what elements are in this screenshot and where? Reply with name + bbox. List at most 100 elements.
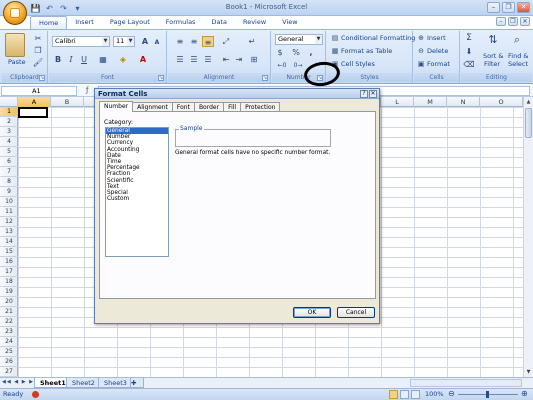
font-name-dropdown[interactable]: Calibri ▼ bbox=[52, 36, 110, 47]
percent-button[interactable]: % bbox=[290, 47, 302, 58]
row-header[interactable]: 7 bbox=[0, 167, 18, 177]
scroll-down-icon[interactable]: ▼ bbox=[525, 368, 532, 376]
close-button[interactable]: ✕ bbox=[517, 2, 530, 13]
page-layout-view-icon[interactable] bbox=[400, 390, 409, 399]
dialog-close-button[interactable]: ✕ bbox=[369, 90, 377, 98]
name-box[interactable]: A1 bbox=[1, 86, 77, 96]
row-header[interactable]: 26 bbox=[0, 357, 18, 367]
vertical-scrollbar[interactable]: ▲ ▼ bbox=[523, 97, 533, 377]
row-header[interactable]: 5 bbox=[0, 147, 18, 157]
workbook-minimize-button[interactable]: – bbox=[496, 17, 506, 26]
increase-indent-icon[interactable]: ⇥ bbox=[233, 54, 245, 65]
row-header[interactable]: 13 bbox=[0, 227, 18, 237]
format-painter-icon[interactable]: 🖌 bbox=[32, 57, 44, 68]
scroll-up-icon[interactable]: ▲ bbox=[525, 98, 532, 106]
sheet-tab[interactable]: Sheet3 bbox=[98, 378, 133, 388]
insert-sheet-icon[interactable]: ✚ bbox=[130, 378, 144, 388]
fill-icon[interactable]: ⬇ bbox=[463, 46, 475, 57]
format-as-table-button[interactable]: Format as Table bbox=[341, 46, 392, 57]
row-header[interactable]: 1 bbox=[0, 107, 18, 117]
workbook-close-button[interactable]: ✕ bbox=[520, 17, 530, 26]
row-header[interactable]: 3 bbox=[0, 127, 18, 137]
active-cell[interactable] bbox=[18, 107, 48, 118]
borders-icon[interactable]: ▦ bbox=[97, 54, 109, 65]
column-header[interactable]: B bbox=[51, 97, 84, 107]
cut-icon[interactable]: ✂ bbox=[32, 33, 44, 44]
row-header[interactable]: 23 bbox=[0, 327, 18, 337]
sort-filter-label-2[interactable]: Filter bbox=[484, 59, 500, 70]
cell-styles-button[interactable]: Cell Styles bbox=[341, 59, 375, 70]
maximize-button[interactable]: ❐ bbox=[502, 2, 515, 13]
find-select-label-2[interactable]: Select bbox=[508, 59, 528, 70]
paste-button[interactable]: Paste bbox=[8, 57, 26, 68]
row-header[interactable]: 18 bbox=[0, 277, 18, 287]
align-middle-icon[interactable]: ≡ bbox=[188, 36, 200, 47]
clear-icon[interactable]: ⌫ bbox=[463, 59, 475, 70]
row-header[interactable]: 22 bbox=[0, 317, 18, 327]
column-header[interactable]: L bbox=[381, 97, 414, 107]
row-header[interactable]: 11 bbox=[0, 207, 18, 217]
copy-icon[interactable]: ❐ bbox=[32, 45, 44, 56]
tab-home[interactable]: Home bbox=[30, 16, 68, 29]
clipboard-launcher-icon[interactable]: ↘ bbox=[39, 75, 45, 81]
zoom-out-icon[interactable]: ⊖ bbox=[448, 389, 455, 398]
align-center-icon[interactable]: ☰ bbox=[188, 54, 200, 65]
tab-insert[interactable]: Insert bbox=[67, 16, 102, 29]
office-button[interactable] bbox=[3, 1, 27, 25]
paste-icon[interactable] bbox=[5, 33, 25, 57]
orientation-icon[interactable]: ⤢ bbox=[220, 36, 232, 47]
row-header[interactable]: 24 bbox=[0, 337, 18, 347]
row-header[interactable]: 15 bbox=[0, 247, 18, 257]
increase-decimal-icon[interactable]: ←0 bbox=[276, 60, 288, 71]
bold-button[interactable]: B bbox=[52, 54, 64, 65]
row-header[interactable]: 4 bbox=[0, 137, 18, 147]
align-left-icon[interactable]: ☰ bbox=[174, 54, 186, 65]
align-top-icon[interactable]: ≡ bbox=[174, 36, 186, 47]
autosum-button[interactable]: Σ bbox=[463, 33, 475, 44]
row-header[interactable]: 9 bbox=[0, 187, 18, 197]
tab-number[interactable]: Number bbox=[99, 101, 134, 112]
sort-filter-icon[interactable]: ⇅ bbox=[487, 34, 499, 45]
tab-page-layout[interactable]: Page Layout bbox=[102, 16, 158, 29]
row-header[interactable]: 19 bbox=[0, 287, 18, 297]
column-header[interactable]: M bbox=[414, 97, 447, 107]
row-header[interactable]: 10 bbox=[0, 197, 18, 207]
column-header[interactable]: N bbox=[447, 97, 480, 107]
delete-cells-button[interactable]: Delete bbox=[427, 46, 448, 57]
alignment-launcher-icon[interactable]: ↘ bbox=[262, 75, 268, 81]
column-header[interactable]: O bbox=[480, 97, 523, 107]
sheet-tab[interactable]: Sheet2 bbox=[66, 378, 101, 388]
italic-button[interactable]: I bbox=[65, 54, 77, 65]
tab-review[interactable]: Review bbox=[235, 16, 274, 29]
help-button[interactable]: ? bbox=[360, 90, 368, 98]
column-header[interactable]: A bbox=[18, 97, 51, 107]
row-header[interactable]: 16 bbox=[0, 257, 18, 267]
binoculars-icon[interactable]: ⌕ bbox=[511, 34, 523, 45]
number-format-dropdown[interactable]: General ▼ bbox=[275, 34, 323, 45]
merge-center-icon[interactable]: ⊞ bbox=[248, 54, 260, 65]
row-header[interactable]: 8 bbox=[0, 177, 18, 187]
decrease-decimal-icon[interactable]: 0→ bbox=[292, 60, 304, 71]
scroll-thumb[interactable] bbox=[525, 108, 532, 138]
category-item[interactable]: Custom bbox=[106, 196, 168, 202]
decrease-indent-icon[interactable]: ⇤ bbox=[220, 54, 232, 65]
align-right-icon[interactable]: ☰ bbox=[202, 54, 214, 65]
currency-button[interactable]: $ bbox=[274, 47, 286, 58]
font-size-dropdown[interactable]: 11 ▼ bbox=[113, 36, 135, 47]
select-all-corner[interactable] bbox=[0, 97, 18, 107]
grow-font-button[interactable]: A bbox=[139, 36, 151, 47]
normal-view-icon[interactable] bbox=[389, 390, 398, 399]
row-header[interactable]: 17 bbox=[0, 267, 18, 277]
fill-color-icon[interactable]: ◈ bbox=[117, 54, 129, 65]
zoom-slider-handle[interactable] bbox=[486, 391, 489, 398]
zoom-level[interactable]: 100% bbox=[425, 390, 444, 398]
macro-record-icon[interactable] bbox=[32, 391, 39, 398]
font-color-icon[interactable]: A bbox=[137, 54, 149, 65]
row-header[interactable]: 12 bbox=[0, 217, 18, 227]
minimize-button[interactable]: – bbox=[487, 2, 500, 13]
align-bottom-icon[interactable]: ≡ bbox=[202, 36, 214, 47]
row-header[interactable]: 27 bbox=[0, 367, 18, 377]
font-launcher-icon[interactable]: ↘ bbox=[158, 75, 164, 81]
conditional-formatting-button[interactable]: Conditional Formatting bbox=[341, 33, 415, 44]
insert-cells-button[interactable]: Insert bbox=[427, 33, 446, 44]
